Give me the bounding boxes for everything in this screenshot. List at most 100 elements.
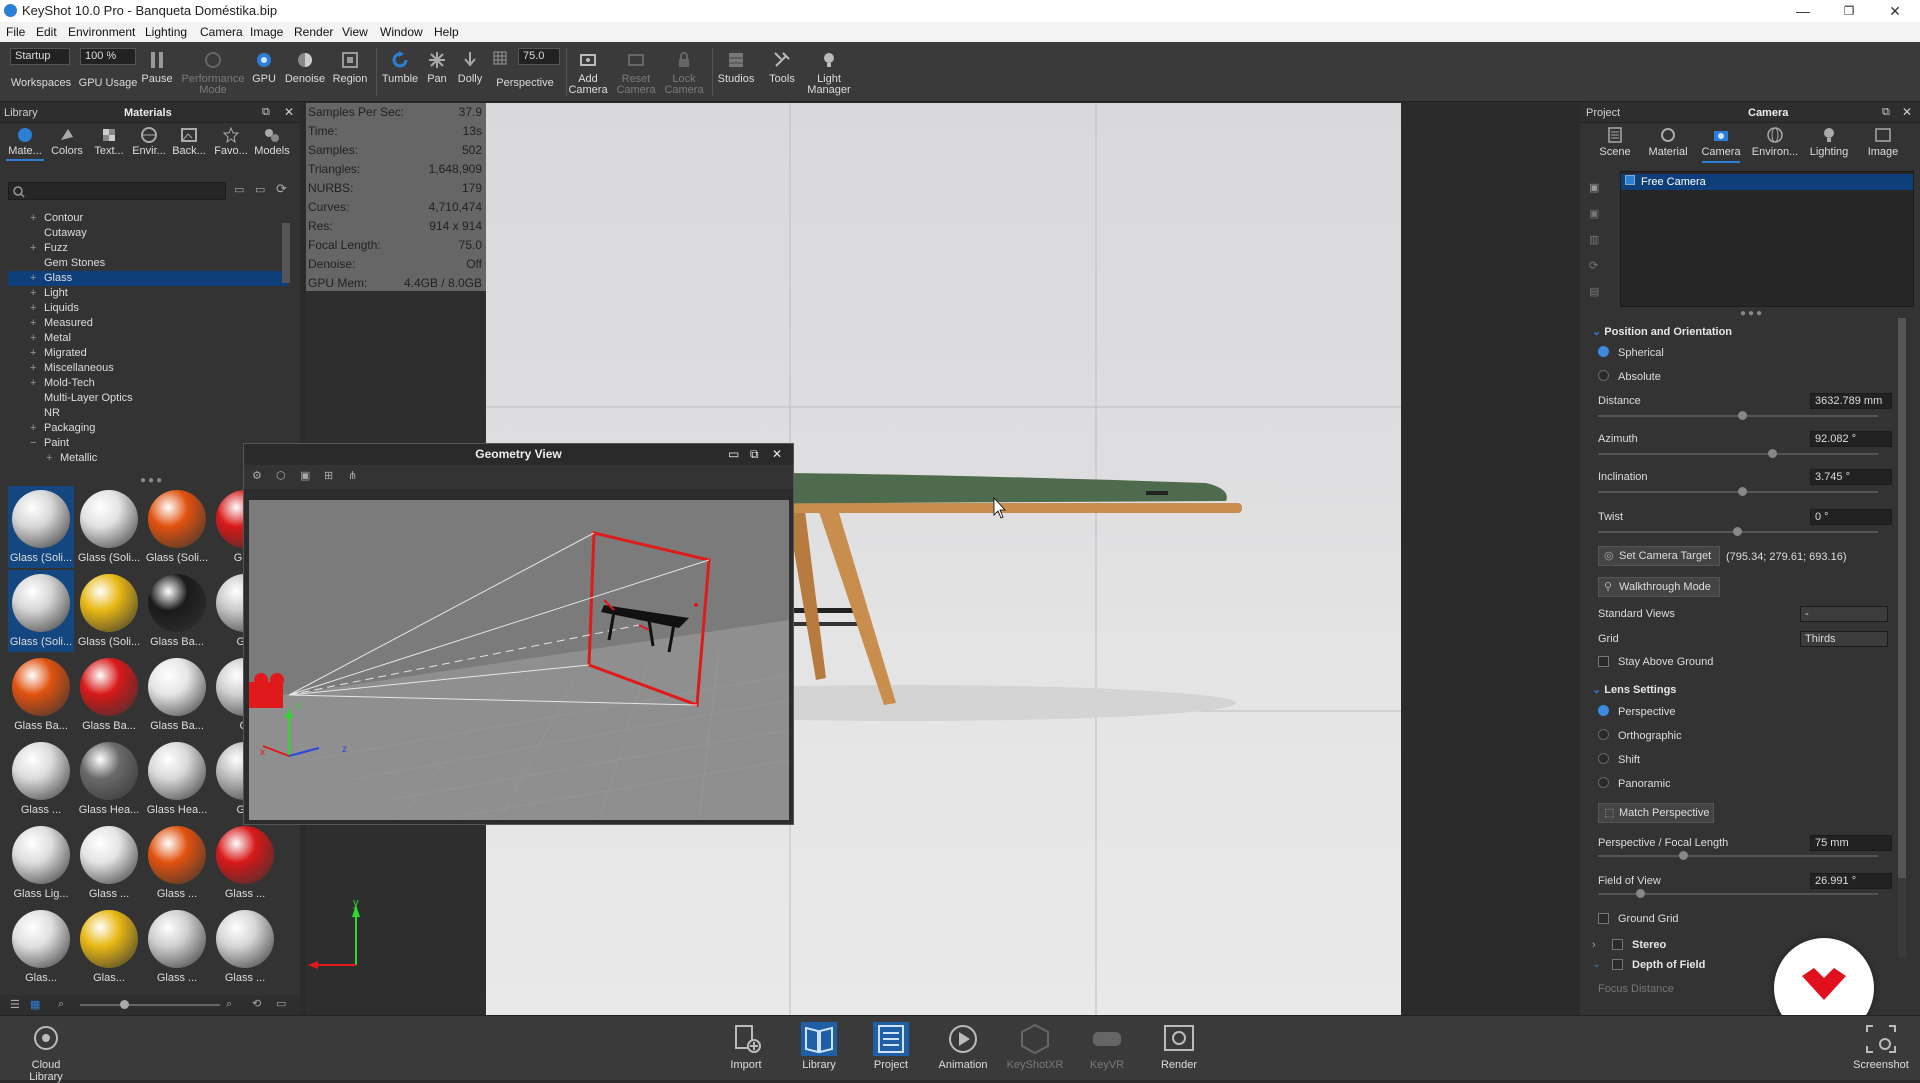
expand-icon[interactable]: + — [30, 271, 36, 286]
material-thumbnail[interactable]: Glass (Soli... — [144, 486, 210, 568]
material-thumbnail[interactable]: Glass (Soli... — [76, 486, 142, 568]
twist-field[interactable]: 0 ° — [1810, 509, 1892, 525]
tumble-button[interactable]: Tumble — [380, 46, 420, 100]
tree-item[interactable]: NR — [8, 406, 288, 421]
material-thumbnail[interactable]: Glass (Soli... — [76, 570, 142, 652]
reset-camera-button[interactable]: Reset Camera — [614, 46, 658, 100]
float-window-icon[interactable]: ⧉ — [750, 444, 759, 464]
dof-expand-icon[interactable]: ⌄ — [1592, 957, 1601, 970]
tree-item[interactable]: + Metal — [8, 331, 288, 346]
tab-scene[interactable]: Scene — [1590, 127, 1640, 158]
project-button[interactable]: Project — [861, 1022, 921, 1071]
tree-item[interactable]: + Migrated — [8, 346, 288, 361]
distance-slider-knob[interactable] — [1738, 411, 1748, 420]
performance-mode-button[interactable]: Performance Mode — [178, 46, 248, 100]
material-thumbnail[interactable]: Glas... — [8, 906, 74, 988]
material-thumbnail[interactable]: Glass Lig... — [8, 822, 74, 904]
expand-icon[interactable]: − — [30, 436, 36, 451]
shift-radio[interactable] — [1598, 753, 1609, 764]
float-panel-icon[interactable]: ⧉ — [262, 106, 270, 119]
menu-help[interactable]: Help — [434, 25, 459, 39]
tree-item[interactable]: + Contour — [8, 211, 288, 226]
splitter-handle[interactable]: ●●● — [140, 475, 164, 486]
expand-icon[interactable]: + — [46, 451, 52, 466]
gpu-toggle[interactable]: GPU — [250, 46, 278, 100]
thumb-size-slider[interactable] — [80, 1000, 220, 1009]
tree-item[interactable]: + Measured — [8, 316, 288, 331]
animation-button[interactable]: Animation — [933, 1022, 993, 1071]
library-search-input[interactable] — [8, 182, 226, 200]
expand-icon[interactable]: + — [30, 301, 36, 316]
hierarchy-icon[interactable]: ⋔ — [348, 469, 357, 482]
splitter-handle[interactable]: ●●● — [1740, 308, 1764, 319]
focal-length-slider[interactable] — [1598, 851, 1878, 860]
tab-models[interactable]: Models — [253, 127, 291, 157]
expand-icon[interactable]: + — [30, 241, 36, 256]
fov-slider-knob[interactable] — [1635, 889, 1645, 898]
tab-colors[interactable]: Colors — [48, 127, 86, 157]
fov-slider[interactable] — [1598, 889, 1878, 898]
render-button[interactable]: Render — [1149, 1022, 1209, 1071]
cube-icon[interactable]: ⬡ — [276, 469, 286, 482]
lens-settings-header[interactable]: ⌄ Lens Settings — [1592, 683, 1892, 699]
tab-backplates[interactable]: Back... — [170, 127, 208, 157]
zoom-out-icon[interactable]: ⌕ — [58, 998, 64, 1011]
material-thumbnail[interactable]: Glass ... — [144, 906, 210, 988]
expand-icon[interactable]: + — [30, 286, 36, 301]
tree-item[interactable]: + Miscellaneous — [8, 361, 288, 376]
menu-window[interactable]: Window — [380, 25, 423, 39]
material-thumbnail[interactable]: Glass ... — [212, 906, 278, 988]
float-panel-icon[interactable]: ⧉ — [1882, 106, 1890, 119]
orthographic-radio[interactable] — [1598, 729, 1609, 740]
tree-item[interactable]: + Fuzz — [8, 241, 288, 256]
workspace-select[interactable]: Startup — [10, 48, 70, 65]
standard-views-select[interactable]: - — [1800, 606, 1888, 622]
expand-icon[interactable]: + — [30, 346, 36, 361]
tab-favorites[interactable]: Favo... — [212, 127, 250, 157]
material-thumbnail[interactable]: Glass ... — [76, 822, 142, 904]
material-thumbnail[interactable]: Glass ... — [212, 822, 278, 904]
tree-item[interactable]: + Liquids — [8, 301, 288, 316]
expand-icon[interactable]: + — [30, 331, 36, 346]
tab-environments[interactable]: Envir... — [130, 127, 168, 157]
grid-view-icon[interactable]: ▦ — [30, 998, 40, 1011]
expand-icon[interactable]: + — [30, 361, 36, 376]
import-button[interactable]: Import — [716, 1022, 776, 1071]
azimuth-slider-knob[interactable] — [1768, 449, 1778, 458]
tree-item[interactable]: + Light — [8, 286, 288, 301]
stay-above-ground-checkbox[interactable] — [1598, 656, 1609, 667]
fov-field[interactable]: 26.991 ° — [1810, 873, 1892, 889]
distance-slider[interactable] — [1598, 411, 1878, 420]
close-panel-icon[interactable]: ✕ — [1902, 105, 1912, 119]
material-thumbnail[interactable]: Glas... — [76, 906, 142, 988]
expand-icon[interactable]: + — [30, 316, 36, 331]
expand-icon[interactable]: + — [30, 376, 36, 391]
camera-duplicate-icon[interactable]: ▣ — [1589, 207, 1599, 220]
tab-lighting[interactable]: Lighting — [1804, 127, 1854, 158]
tab-environment[interactable]: Environ... — [1750, 127, 1800, 158]
camera-view-icon[interactable]: ▣ — [300, 469, 310, 482]
inclination-field[interactable]: 3.745 ° — [1810, 469, 1892, 485]
keyvr-button[interactable]: KeyVR — [1077, 1022, 1137, 1071]
gpu-usage-select[interactable]: 100 % — [80, 48, 136, 65]
geometry-view-window[interactable]: Geometry View ▭ ⧉ ✕ ⚙ ⬡ ▣ ⊞ ⋔ y z x — [243, 443, 794, 825]
refresh-icon[interactable]: ⟳ — [1589, 259, 1598, 272]
tree-item[interactable]: + Packaging — [8, 421, 288, 436]
close-window-icon[interactable]: ✕ — [772, 444, 782, 464]
grid-toggle-icon[interactable]: ⊞ — [324, 469, 333, 482]
pause-button[interactable]: Pause — [140, 46, 174, 100]
panoramic-radio[interactable] — [1598, 777, 1609, 788]
maximize-icon[interactable]: ▭ — [728, 444, 739, 464]
position-orientation-header[interactable]: ⌄ Position and Orientation — [1592, 325, 1892, 341]
zoom-in-icon[interactable]: ⌕ — [226, 998, 232, 1011]
azimuth-slider[interactable] — [1598, 449, 1878, 458]
material-thumbnail[interactable]: Glass ... — [8, 738, 74, 820]
tree-scrollbar[interactable] — [282, 223, 290, 283]
close-button[interactable]: ✕ — [1872, 0, 1918, 22]
tools-button[interactable]: Tools — [762, 46, 802, 100]
tree-item[interactable]: Gem Stones — [8, 256, 288, 271]
walkthrough-mode-button[interactable]: ⚲ Walkthrough Mode — [1598, 577, 1720, 597]
stereo-expand-icon[interactable]: › — [1592, 939, 1596, 951]
thumb-size-knob[interactable] — [120, 1000, 129, 1009]
menu-edit[interactable]: Edit — [36, 25, 57, 39]
